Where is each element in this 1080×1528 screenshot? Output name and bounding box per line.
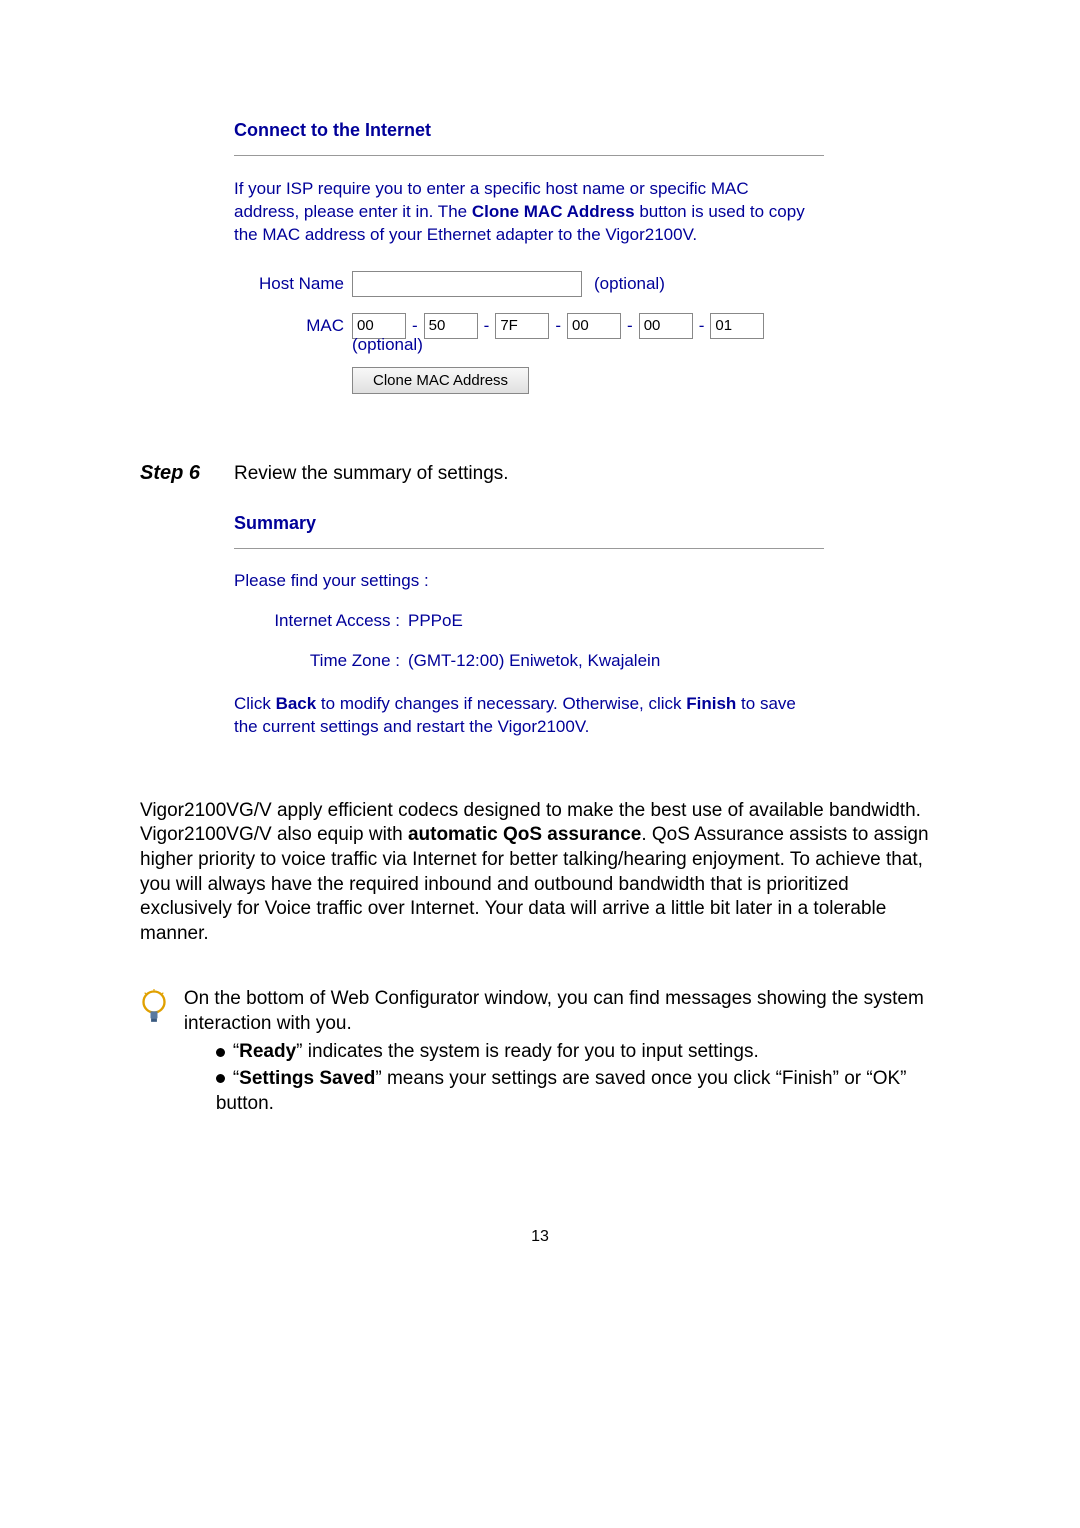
ready-bold: Ready xyxy=(239,1041,296,1062)
settings-saved-bold: Settings Saved xyxy=(239,1068,375,1089)
step-6-heading: Step 6 Review the summary of settings. xyxy=(140,462,940,485)
mac-label: MAC xyxy=(234,316,352,336)
internet-access-row: Internet Access : PPPoE xyxy=(140,611,940,631)
connect-panel: Connect to the Internet If your ISP requ… xyxy=(140,120,940,394)
mac-seg-6[interactable] xyxy=(710,313,764,339)
clone-mac-button[interactable]: Clone MAC Address xyxy=(352,367,529,394)
hyphen: - xyxy=(627,316,633,336)
finish-bold: Finish xyxy=(686,694,736,713)
tip-bullet-2: “Settings Saved” means your settings are… xyxy=(216,1067,940,1116)
summary-panel: Summary Please find your settings : Inte… xyxy=(140,513,940,739)
internet-access-value: PPPoE xyxy=(408,611,463,631)
host-name-input[interactable] xyxy=(352,271,582,297)
text: Click xyxy=(234,694,276,713)
tip-text: On the bottom of Web Configurator window… xyxy=(184,987,940,1118)
mac-seg-3[interactable] xyxy=(495,313,549,339)
tip-block: On the bottom of Web Configurator window… xyxy=(140,987,940,1118)
clone-mac-bold: Clone MAC Address xyxy=(472,202,635,221)
internet-access-label: Internet Access : xyxy=(140,611,408,631)
lightbulb-icon xyxy=(140,989,170,1118)
host-name-row: Host Name (optional) xyxy=(234,271,940,297)
connect-title: Connect to the Internet xyxy=(234,120,940,141)
divider xyxy=(234,548,824,549)
qos-bold: automatic QoS assurance xyxy=(408,824,641,845)
summary-intro: Please find your settings : xyxy=(234,571,940,591)
hyphen: - xyxy=(699,316,705,336)
bullet-icon xyxy=(216,1074,225,1083)
back-bold: Back xyxy=(276,694,317,713)
tip-lead: On the bottom of Web Configurator window… xyxy=(184,987,940,1036)
time-zone-label: Time Zone : xyxy=(140,651,408,671)
bullet-icon xyxy=(216,1048,225,1057)
summary-action-note: Click Back to modify changes if necessar… xyxy=(234,693,810,739)
text: to modify changes if necessary. Otherwis… xyxy=(316,694,686,713)
host-name-label: Host Name xyxy=(234,274,352,294)
mac-seg-4[interactable] xyxy=(567,313,621,339)
hyphen: - xyxy=(555,316,561,336)
summary-title: Summary xyxy=(234,513,940,534)
divider xyxy=(234,155,824,156)
step-description: Review the summary of settings. xyxy=(234,462,509,485)
time-zone-value: (GMT-12:00) Eniwetok, Kwajalein xyxy=(408,651,660,671)
qos-paragraph: Vigor2100VG/V apply efficient codecs des… xyxy=(140,799,940,947)
page-number: 13 xyxy=(140,1228,940,1246)
mac-seg-5[interactable] xyxy=(639,313,693,339)
connect-description: If your ISP require you to enter a speci… xyxy=(234,178,810,247)
form-area: Host Name (optional) MAC - - - - - xyxy=(234,271,940,394)
time-zone-row: Time Zone : (GMT-12:00) Eniwetok, Kwajal… xyxy=(140,651,940,671)
hyphen: - xyxy=(484,316,490,336)
hyphen: - xyxy=(412,316,418,336)
mac-seg-2[interactable] xyxy=(424,313,478,339)
step-number: Step 6 xyxy=(140,462,234,485)
text: ” indicates the system is ready for you … xyxy=(296,1041,759,1062)
tip-list: “Ready” indicates the system is ready fo… xyxy=(216,1040,940,1116)
tip-bullet-1: “Ready” indicates the system is ready fo… xyxy=(216,1040,940,1065)
optional-label: (optional) xyxy=(594,274,665,294)
